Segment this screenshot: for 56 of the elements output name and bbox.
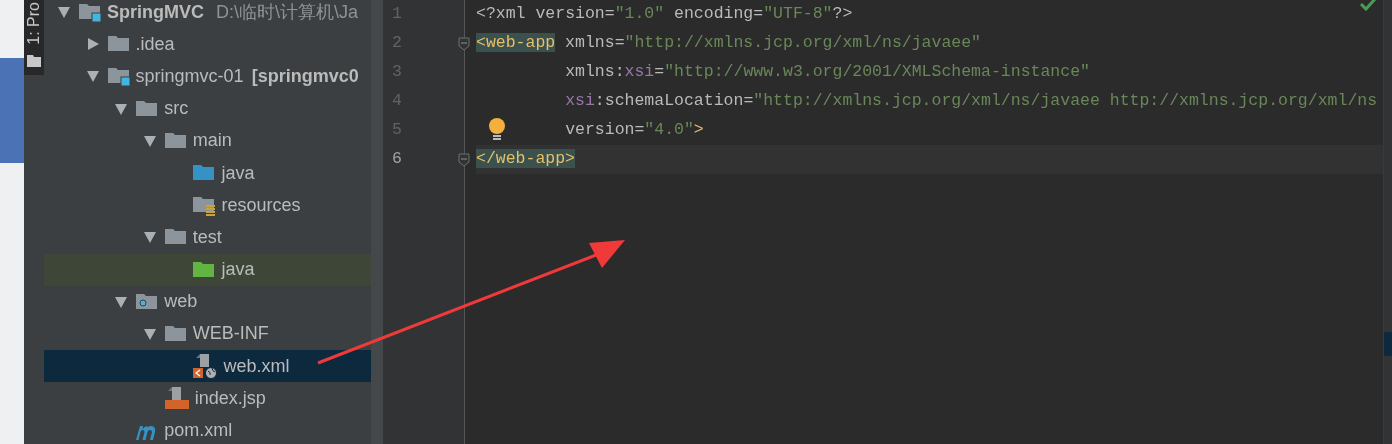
item-label: index.jsp <box>194 386 266 410</box>
collapsed-arrow-icon[interactable] <box>85 37 100 52</box>
item-label: web.xml <box>223 354 290 378</box>
item-label: springmvc-01 <box>135 64 244 88</box>
tree-item[interactable]: main <box>44 124 371 157</box>
tree-item[interactable]: java <box>44 156 371 190</box>
expanded-arrow-icon[interactable] <box>57 5 71 20</box>
scrollbar[interactable] <box>371 0 383 444</box>
item-label: resources <box>221 193 301 217</box>
code-line: <web-app xmlns="http://xmlns.jcp.org/xml/ns/javaee" <box>476 32 981 55</box>
module-folder-icon <box>106 65 131 88</box>
item-label: .idea <box>135 32 175 56</box>
resources-folder-icon <box>192 194 217 217</box>
item-label: java <box>221 258 255 282</box>
item-label: web <box>164 290 198 314</box>
expanded-arrow-icon[interactable] <box>142 230 157 245</box>
tree-item[interactable]: WEB-INF <box>44 317 371 351</box>
module-name: [springmvc0 <box>251 64 359 88</box>
item-path: D:\临时\计算机\Ja <box>216 0 358 24</box>
tree-item[interactable]: .idea <box>44 28 371 61</box>
expanded-arrow-icon[interactable] <box>114 101 129 116</box>
item-label: SpringMVC <box>107 0 204 24</box>
expanded-arrow-icon[interactable] <box>85 69 100 84</box>
tree-item[interactable]: src <box>44 92 371 125</box>
xml-file-icon <box>192 353 219 380</box>
folder-icon <box>27 54 41 67</box>
item-label: main <box>192 129 232 153</box>
code-line: version="4.0"> <box>565 119 704 142</box>
expanded-arrow-icon[interactable] <box>114 294 129 309</box>
code-line: xsi:schemaLocation="http://xmlns.jcp.org/xml/ns/javaee http://xmlns.jcp.org/xml/ns <box>565 90 1378 113</box>
item-label: test <box>192 225 222 249</box>
tree-item[interactable]: resources <box>44 189 371 222</box>
tree-item[interactable]: springmvc-01 [springmvc0 <box>44 60 371 93</box>
item-label: src <box>164 97 189 121</box>
tree-item[interactable]: web.xml <box>44 350 371 383</box>
jsp-file-icon <box>163 386 190 411</box>
lightbulb-icon[interactable] <box>488 117 506 141</box>
tree-item[interactable]: index.jsp <box>44 382 371 415</box>
tree-item[interactable]: test <box>44 221 371 254</box>
item-label: java <box>221 161 255 185</box>
tree-item[interactable]: pom.xml <box>44 414 371 444</box>
tree-item[interactable]: web <box>44 285 371 318</box>
expanded-arrow-icon[interactable] <box>142 133 157 148</box>
code-line: <?xml version="1.0" encoding="UTF-8"?> <box>476 3 853 26</box>
fold-marker-icon[interactable] <box>458 152 470 167</box>
project-tool-tab[interactable]: 1: Pro <box>24 0 44 75</box>
item-label: WEB-INF <box>192 322 269 346</box>
scroll-marker <box>1384 332 1392 356</box>
check-icon <box>1359 0 1377 11</box>
item-label: pom.xml <box>164 419 233 443</box>
expanded-arrow-icon[interactable] <box>142 326 157 341</box>
code-line: xmlns:xsi="http://www.w3.org/2001/XMLSchema-instance" <box>565 61 1090 84</box>
tree-item[interactable]: SpringMVC D:\临时\计算机\Ja <box>44 0 371 29</box>
tree-item[interactable]: java <box>44 253 371 286</box>
fold-marker-icon[interactable] <box>458 36 470 51</box>
line-number: 6 <box>392 148 402 171</box>
